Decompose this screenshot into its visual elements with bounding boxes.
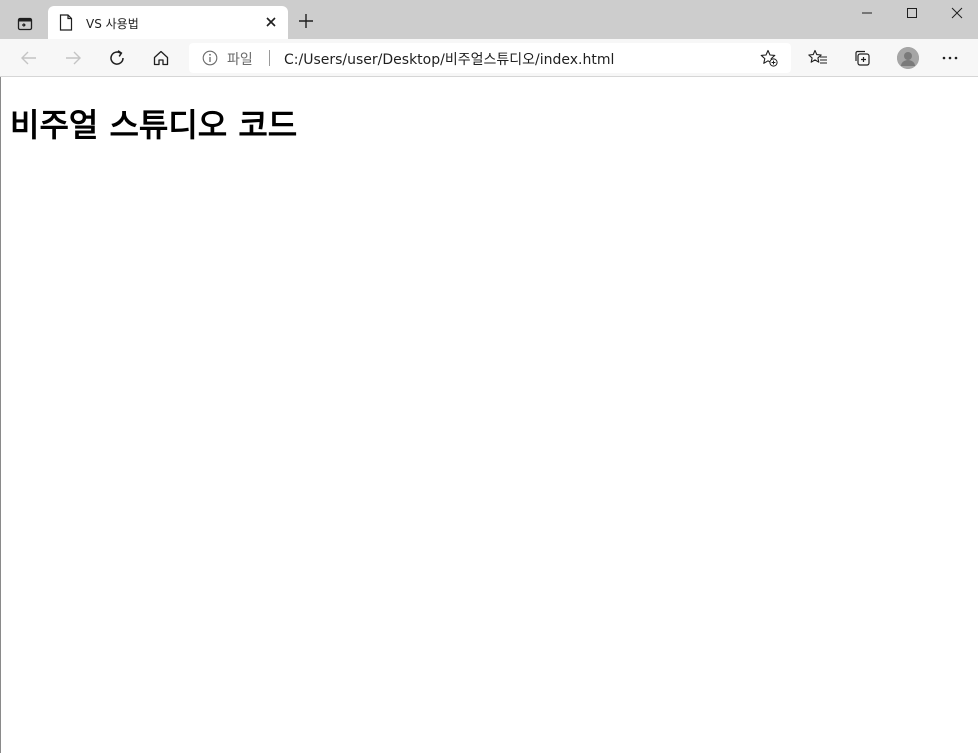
page-heading: 비주얼 스튜디오 코드 (10, 106, 298, 144)
avatar[interactable] (897, 47, 919, 69)
page-content: 비주얼 스튜디오 코드 (0, 77, 978, 753)
info-icon[interactable] (202, 50, 218, 66)
favorites-icon[interactable] (807, 47, 829, 69)
scheme-label: 파일 (227, 52, 253, 68)
maximize-icon[interactable] (889, 0, 935, 26)
plus-icon[interactable] (296, 11, 316, 31)
star-plus-icon[interactable] (760, 49, 778, 67)
url-text[interactable]: C:/Users/user/Desktop/비주얼스튜디오/index.html (284, 49, 614, 69)
tab-active[interactable]: VS 사용법 (48, 6, 288, 39)
more-icon[interactable] (939, 47, 961, 69)
separator (269, 50, 270, 66)
refresh-icon[interactable] (106, 47, 128, 69)
tab-strip: VS 사용법 (0, 0, 978, 39)
address-bar[interactable]: 파일 C:/Users/user/Desktop/비주얼스튜디오/index.h… (189, 43, 791, 73)
home-icon[interactable] (150, 47, 172, 69)
page-icon (59, 14, 75, 32)
collections-icon[interactable] (851, 47, 873, 69)
arrow-right-icon[interactable] (62, 47, 84, 69)
arrow-left-icon[interactable] (18, 47, 40, 69)
tab-title: VS 사용법 (86, 17, 139, 31)
tab-actions-icon[interactable] (10, 10, 40, 38)
window-close-icon[interactable] (934, 0, 978, 26)
toolbar: 파일 C:/Users/user/Desktop/비주얼스튜디오/index.h… (0, 39, 978, 77)
browser-window: VS 사용법 파일 C:/Users/user/Desktop/비주얼스튜디오/… (0, 0, 978, 753)
close-icon[interactable] (262, 13, 280, 31)
minimize-icon[interactable] (844, 0, 890, 26)
